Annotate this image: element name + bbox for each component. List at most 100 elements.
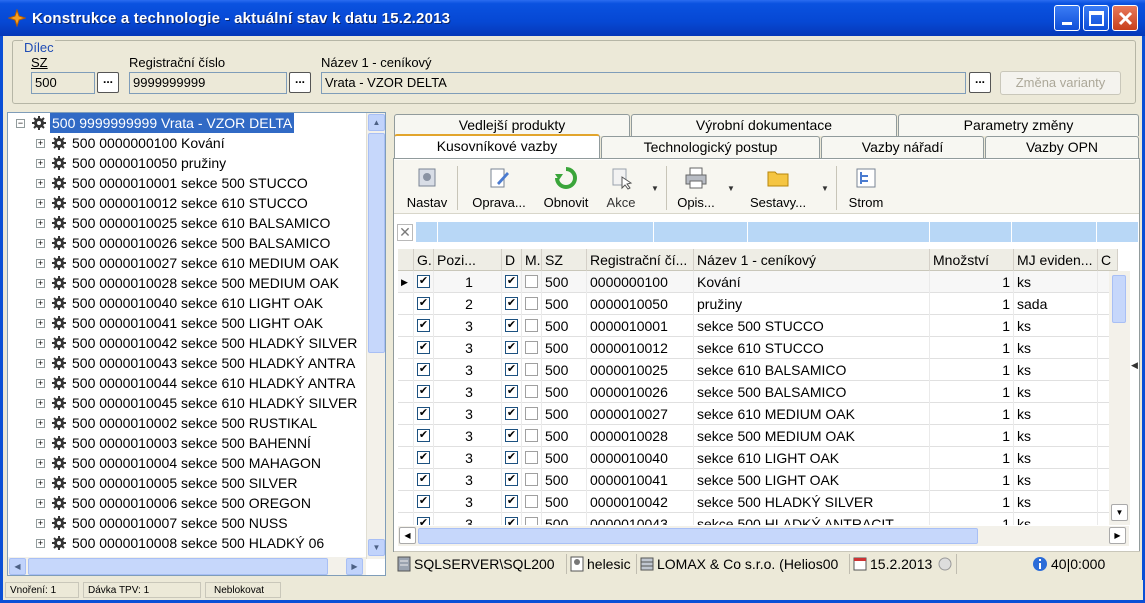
- status-neblokovat[interactable]: Neblokovat: [205, 582, 281, 598]
- checkbox-d[interactable]: ✔: [505, 429, 518, 442]
- checkbox-d[interactable]: ✔: [505, 363, 518, 376]
- scroll-down-icon[interactable]: ▼: [1111, 504, 1128, 521]
- checkbox-d[interactable]: ✔: [505, 297, 518, 310]
- cell-d[interactable]: ✔: [502, 315, 522, 337]
- checkbox-g[interactable]: ✔: [417, 275, 430, 288]
- table-row[interactable]: ✔ 2 ✔ 500 0000010050 pružiny 1 sada: [398, 293, 1118, 315]
- tab-vazby-naradi[interactable]: Vazby nářadí: [821, 136, 984, 158]
- expand-icon[interactable]: +: [36, 279, 45, 288]
- cell-d[interactable]: ✔: [502, 337, 522, 359]
- checkbox-g[interactable]: ✔: [417, 341, 430, 354]
- checkbox-g[interactable]: ✔: [417, 407, 430, 420]
- cell-g[interactable]: ✔: [414, 403, 434, 425]
- expand-icon[interactable]: +: [36, 499, 45, 508]
- grid-hscroll-thumb[interactable]: [418, 528, 978, 544]
- col-header-sz[interactable]: SZ: [542, 249, 587, 271]
- scroll-right-icon[interactable]: ▶: [1109, 527, 1126, 544]
- table-row[interactable]: ✔ 3 ✔ 500 0000010027 sekce 610 MEDIUM OAK 1 ks: [398, 403, 1118, 425]
- cell-g[interactable]: ✔: [414, 315, 434, 337]
- checkbox-m[interactable]: [525, 517, 538, 525]
- title-bar[interactable]: Konstrukce a technologie - aktuální stav…: [0, 0, 1145, 36]
- scroll-left-icon[interactable]: ◀: [9, 558, 26, 575]
- cell-g[interactable]: ✔: [414, 469, 434, 491]
- checkbox-d[interactable]: ✔: [505, 473, 518, 486]
- expand-icon[interactable]: +: [36, 199, 45, 208]
- checkbox-m[interactable]: [525, 297, 538, 310]
- cell-m[interactable]: [522, 513, 542, 525]
- cell-g[interactable]: ✔: [414, 447, 434, 469]
- cell-m[interactable]: [522, 271, 542, 293]
- cell-m[interactable]: [522, 447, 542, 469]
- sz-lookup-button[interactable]: ...: [97, 72, 119, 93]
- reg-field[interactable]: 9999999999: [129, 72, 287, 94]
- grid-vscrollbar[interactable]: ▼: [1109, 271, 1130, 525]
- tab-vyrobni-dokumentace[interactable]: Výrobní dokumentace: [631, 114, 897, 136]
- checkbox-m[interactable]: [525, 319, 538, 332]
- expand-icon[interactable]: +: [36, 399, 45, 408]
- checkbox-d[interactable]: ✔: [505, 341, 518, 354]
- opis-button[interactable]: Opis...: [674, 162, 718, 210]
- cell-d[interactable]: ✔: [502, 447, 522, 469]
- minimize-button[interactable]: [1054, 5, 1080, 31]
- cell-m[interactable]: [522, 425, 542, 447]
- cell-m[interactable]: [522, 469, 542, 491]
- table-row[interactable]: ▶ ✔ 1 ✔ 500 0000000100 Kování 1 ks: [398, 271, 1118, 293]
- checkbox-m[interactable]: [525, 495, 538, 508]
- opis-dropdown-icon[interactable]: ▼: [727, 184, 735, 193]
- expand-icon[interactable]: +: [36, 459, 45, 468]
- checkbox-d[interactable]: ✔: [505, 407, 518, 420]
- expand-icon[interactable]: +: [36, 159, 45, 168]
- cell-d[interactable]: ✔: [502, 469, 522, 491]
- table-row[interactable]: ✔ 3 ✔ 500 0000010026 sekce 500 BALSAMICO 1 ks: [398, 381, 1118, 403]
- scroll-right-icon[interactable]: ▶: [346, 558, 363, 575]
- nastav-button[interactable]: Nastav: [402, 162, 452, 210]
- grid-hscrollbar[interactable]: ◀ ▶: [398, 526, 1129, 546]
- col-header-name[interactable]: Název 1 - ceníkový: [694, 249, 930, 271]
- filter-cell[interactable]: [1097, 222, 1139, 242]
- checkbox-g[interactable]: ✔: [417, 319, 430, 332]
- scroll-left-icon[interactable]: ◀: [399, 527, 416, 544]
- structure-tree[interactable]: − 500 9999999999 Vrata - VZOR DELTA +500…: [7, 112, 386, 576]
- col-header-qty[interactable]: Množství: [930, 249, 1014, 271]
- expand-icon[interactable]: +: [36, 519, 45, 528]
- sestavy-button[interactable]: Sestavy...: [744, 162, 812, 210]
- cell-g[interactable]: ✔: [414, 425, 434, 447]
- checkbox-d[interactable]: ✔: [505, 495, 518, 508]
- name-lookup-button[interactable]: ...: [969, 72, 991, 93]
- checkbox-g[interactable]: ✔: [417, 363, 430, 376]
- scroll-up-icon[interactable]: ▲: [368, 114, 385, 131]
- expand-icon[interactable]: +: [36, 359, 45, 368]
- col-header-c[interactable]: C: [1098, 249, 1118, 271]
- cell-m[interactable]: [522, 491, 542, 513]
- checkbox-g[interactable]: ✔: [417, 385, 430, 398]
- checkbox-m[interactable]: [525, 473, 538, 486]
- filter-cell[interactable]: [748, 222, 930, 242]
- cell-g[interactable]: ✔: [414, 513, 434, 525]
- cell-d[interactable]: ✔: [502, 293, 522, 315]
- cell-g[interactable]: ✔: [414, 271, 434, 293]
- expand-icon[interactable]: +: [36, 319, 45, 328]
- filter-cell[interactable]: [654, 222, 748, 242]
- bom-grid[interactable]: G. Pozi... D M. SZ Registrační čí... Náz…: [398, 249, 1129, 525]
- filter-cell[interactable]: [1012, 222, 1097, 242]
- cell-m[interactable]: [522, 315, 542, 337]
- checkbox-m[interactable]: [525, 385, 538, 398]
- table-row[interactable]: ✔ 3 ✔ 500 0000010012 sekce 610 STUCCO 1 ks: [398, 337, 1118, 359]
- checkbox-m[interactable]: [525, 275, 538, 288]
- checkbox-d[interactable]: ✔: [505, 385, 518, 398]
- expand-icon[interactable]: +: [36, 299, 45, 308]
- expand-icon[interactable]: +: [36, 339, 45, 348]
- cell-m[interactable]: [522, 293, 542, 315]
- checkbox-g[interactable]: ✔: [417, 451, 430, 464]
- checkbox-d[interactable]: ✔: [505, 517, 518, 525]
- cell-d[interactable]: ✔: [502, 403, 522, 425]
- tab-kusovnikove-vazby[interactable]: Kusovníkové vazby: [394, 134, 600, 158]
- expand-icon[interactable]: +: [36, 439, 45, 448]
- cell-g[interactable]: ✔: [414, 359, 434, 381]
- reg-lookup-button[interactable]: ...: [289, 72, 311, 93]
- col-header-m[interactable]: M.: [522, 249, 542, 271]
- table-row[interactable]: ✔ 3 ✔ 500 0000010041 sekce 500 LIGHT OAK 1 ks: [398, 469, 1118, 491]
- checkbox-g[interactable]: ✔: [417, 495, 430, 508]
- expand-icon[interactable]: +: [36, 419, 45, 428]
- table-row[interactable]: ✔ 3 ✔ 500 0000010040 sekce 610 LIGHT OAK 1 ks: [398, 447, 1118, 469]
